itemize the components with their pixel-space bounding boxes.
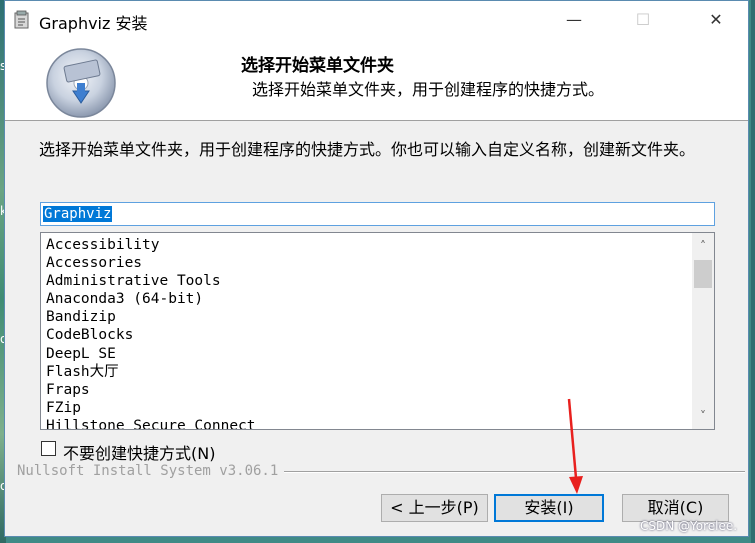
list-item[interactable]: Bandizip	[46, 308, 686, 326]
window-title: Graphviz 安装	[39, 14, 148, 33]
scroll-up-icon[interactable]: ˄	[692, 236, 714, 256]
desktop-background-right	[751, 0, 755, 543]
list-item[interactable]: Anaconda3 (64-bit)	[46, 290, 686, 308]
list-item[interactable]: Accessories	[46, 254, 686, 272]
start-menu-folder-list[interactable]: Accessibility Accessories Administrative…	[40, 232, 715, 430]
maximize-button[interactable]: ☐	[620, 1, 666, 39]
list-item[interactable]: FZip	[46, 399, 686, 417]
page-body: 选择开始菜单文件夹，用于创建程序的快捷方式。你也可以输入自定义名称，创建新文件夹…	[5, 121, 748, 538]
close-button[interactable]: ✕	[693, 1, 739, 39]
list-item[interactable]: DeepL SE	[46, 345, 686, 363]
csdn-watermark: CSDN @Yorelee.	[640, 519, 738, 533]
list-item[interactable]: Accessibility	[46, 236, 686, 254]
cancel-button[interactable]: 取消(C)	[622, 494, 729, 522]
list-item[interactable]: Administrative Tools	[46, 272, 686, 290]
nsis-branding-text: Nullsoft Install System v3.06.1	[17, 463, 285, 479]
list-item[interactable]: Hillstone Secure Connect	[46, 417, 686, 429]
back-button[interactable]: < 上一步(P)	[381, 494, 488, 522]
page-title: 选择开始菜单文件夹	[241, 56, 394, 76]
title-bar[interactable]: Graphviz 安装 — ☐ ✕	[5, 1, 748, 39]
list-item[interactable]: Fraps	[46, 381, 686, 399]
installer-app-icon	[14, 10, 29, 29]
list-item[interactable]: CodeBlocks	[46, 326, 686, 344]
installer-window: Graphviz 安装 — ☐ ✕ 选择开始菜单文件夹 选择开始菜单文件夹，用于…	[4, 0, 749, 537]
list-item[interactable]: Flash大厅	[46, 363, 686, 381]
folder-input-value[interactable]: Graphviz	[43, 206, 113, 222]
scroll-down-icon[interactable]: ˅	[692, 406, 714, 426]
start-menu-folder-input[interactable]: Graphviz	[40, 202, 715, 226]
page-subtitle: 选择开始菜单文件夹，用于创建程序的快捷方式。	[252, 80, 605, 99]
no-shortcut-label[interactable]: 不要创建快捷方式(N)	[63, 440, 215, 464]
minimize-button[interactable]: —	[551, 1, 597, 39]
list-scrollbar[interactable]: ˄ ˅	[692, 233, 714, 429]
installer-logo-icon	[46, 48, 116, 118]
page-header: 选择开始菜单文件夹 选择开始菜单文件夹，用于创建程序的快捷方式。	[5, 39, 748, 121]
no-shortcut-checkbox[interactable]	[41, 441, 56, 456]
install-button[interactable]: 安装(I)	[494, 494, 604, 522]
folder-list-items: Accessibility Accessories Administrative…	[46, 236, 686, 429]
instruction-text: 选择开始菜单文件夹，用于创建程序的快捷方式。你也可以输入自定义名称，创建新文件夹…	[39, 140, 696, 159]
scrollbar-thumb[interactable]	[694, 260, 712, 288]
